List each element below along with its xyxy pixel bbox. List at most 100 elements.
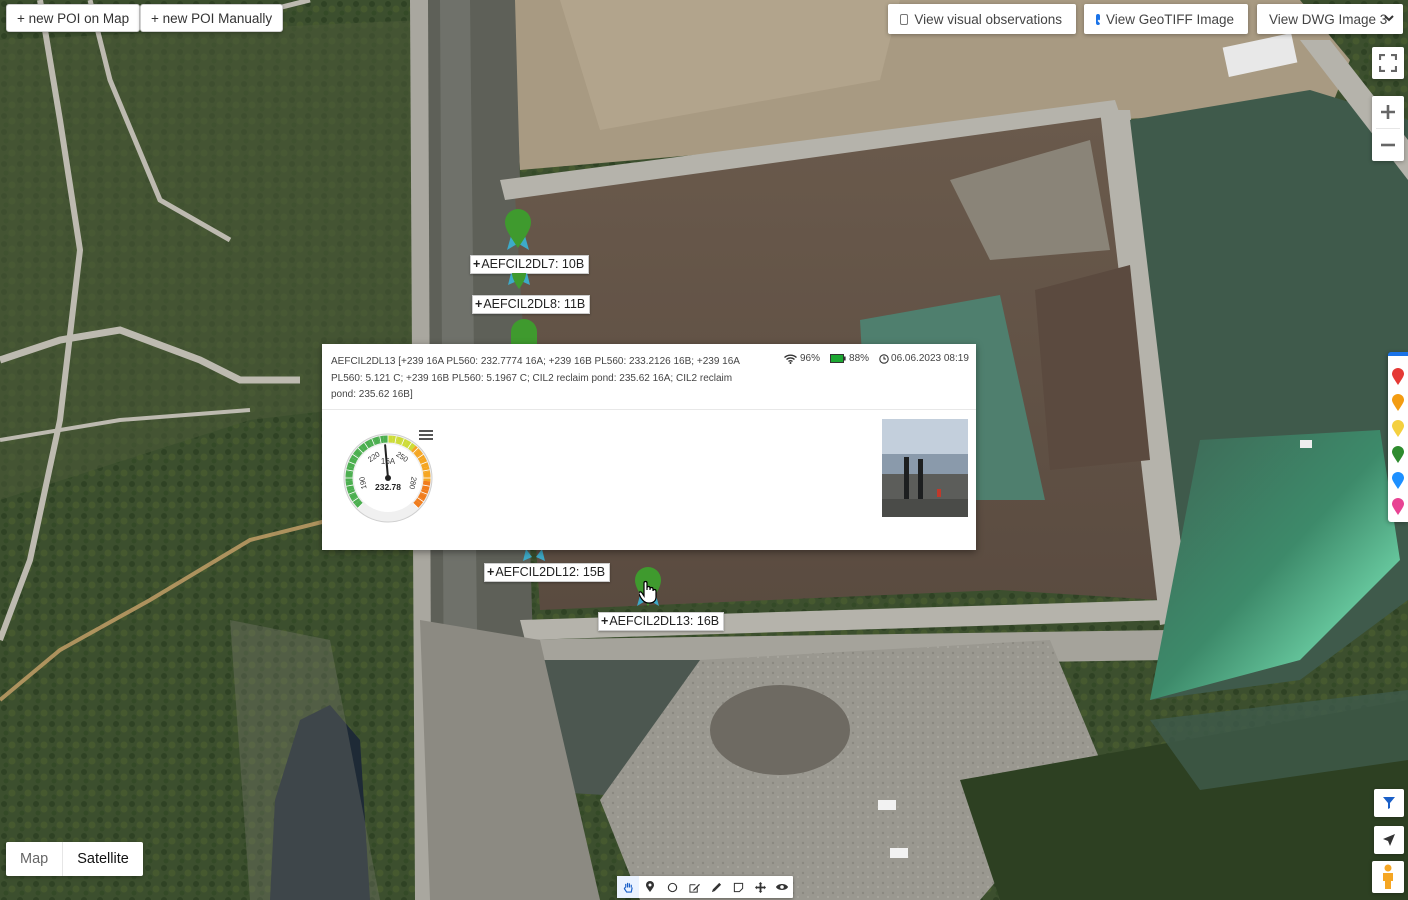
gauge-band-segment bbox=[422, 480, 431, 487]
poi-name: AEFCIL2DL8 bbox=[483, 297, 557, 311]
new-poi-manually-button[interactable]: + new POI Manually bbox=[140, 4, 284, 32]
geotiff-checkbox[interactable] bbox=[1096, 13, 1100, 25]
marker-tool[interactable] bbox=[639, 876, 661, 898]
poi-value-separator: : bbox=[554, 257, 562, 271]
move-tool[interactable] bbox=[749, 876, 771, 898]
reading-gauge: 190220 25028016A232.78 bbox=[343, 433, 433, 523]
last-update-timestamp: 06.06.2023 08:19 bbox=[891, 353, 969, 364]
map-type-toggle: Map Satellite bbox=[6, 842, 143, 876]
pencil-icon bbox=[711, 882, 721, 892]
minus-icon bbox=[1381, 143, 1395, 147]
view-visual-observations-toggle[interactable]: View visual observations bbox=[888, 4, 1076, 34]
poi-label-aefcil2dl13[interactable]: +AEFCIL2DL13: 16B bbox=[598, 612, 725, 631]
street-view-pegman-icon bbox=[1383, 864, 1393, 889]
view-geotiff-label: View GeoTIFF Image bbox=[1105, 11, 1234, 27]
gauge-band-segment bbox=[407, 442, 416, 452]
view-geotiff-toggle[interactable]: View GeoTIFF Image bbox=[1084, 4, 1248, 34]
square-icon bbox=[733, 882, 743, 892]
gauge-band-segment bbox=[348, 457, 358, 465]
visual-observations-checkbox[interactable] bbox=[900, 13, 909, 25]
pink-pin-icon[interactable] bbox=[1392, 498, 1404, 516]
map-type-map-button[interactable]: Map bbox=[6, 842, 64, 876]
square-tool[interactable] bbox=[727, 876, 749, 898]
orange-pin-icon[interactable] bbox=[1392, 394, 1404, 412]
yellow-pin-icon[interactable] bbox=[1392, 420, 1404, 438]
signal-strength: 96% bbox=[800, 353, 821, 364]
marker-color-palette bbox=[1388, 352, 1408, 522]
popup-status-bar: 96% 88% 06.06.2023 08:19 bbox=[784, 353, 971, 364]
zoom-control bbox=[1372, 96, 1404, 161]
gauge-band-segment bbox=[396, 436, 403, 445]
poi-site-photo[interactable] bbox=[882, 419, 968, 517]
filter-icon bbox=[1383, 797, 1395, 809]
circle-tool[interactable] bbox=[661, 876, 683, 898]
poi-value-separator: : bbox=[575, 565, 583, 579]
eye-icon bbox=[776, 884, 788, 890]
gauge-band-segment bbox=[360, 442, 369, 452]
poi-value-separator: : bbox=[556, 297, 564, 311]
gauge-band-segment bbox=[404, 440, 412, 449]
move-icon bbox=[754, 881, 766, 893]
poi-info-popup: AEFCIL2DL13 [+239 16A PL560: 232.7774 16… bbox=[322, 344, 976, 550]
gauge-band-segment bbox=[418, 457, 428, 465]
gauge-band-segment bbox=[349, 492, 358, 501]
poi-name: AEFCIL2DL12 bbox=[495, 565, 576, 579]
hand-cursor-icon bbox=[639, 580, 657, 604]
poi-value: 15B bbox=[582, 565, 606, 579]
polygon-edit-tool[interactable] bbox=[683, 876, 705, 898]
battery-icon bbox=[830, 354, 846, 363]
plus-icon bbox=[1381, 105, 1395, 119]
blue-pin-icon[interactable] bbox=[1392, 472, 1404, 490]
new-poi-on-map-button[interactable]: + new POI on Map bbox=[6, 4, 141, 32]
dwg-image-select[interactable]: View DWG Image 3 bbox=[1257, 4, 1403, 34]
gauge-band-segment bbox=[392, 435, 398, 444]
eye-tool[interactable] bbox=[771, 876, 793, 898]
gauge-band-segment bbox=[418, 492, 427, 501]
red-pin-icon[interactable] bbox=[1392, 368, 1404, 386]
poi-value: 11B bbox=[563, 297, 586, 311]
poi-label-aefcil2dl8[interactable]: +AEFCIL2DL8: 11B bbox=[472, 295, 591, 314]
hand-icon bbox=[623, 882, 633, 893]
zoom-in-button[interactable] bbox=[1372, 96, 1404, 128]
gauge-band-segment bbox=[347, 461, 356, 469]
view-visual-observations-label: View visual observations bbox=[914, 11, 1062, 27]
poi-expand-icon[interactable]: + bbox=[487, 565, 494, 579]
poi-label-aefcil2dl12[interactable]: +AEFCIL2DL12: 15B bbox=[484, 563, 611, 582]
gauge-band-segment bbox=[373, 436, 380, 445]
hamburger-menu-icon[interactable] bbox=[419, 429, 433, 441]
locate-button[interactable] bbox=[1374, 826, 1404, 854]
gauge-unit-label: 16A bbox=[381, 457, 396, 466]
gauge-band-segment bbox=[421, 484, 430, 492]
chevron-down-icon bbox=[1384, 15, 1394, 22]
gauge-band-segment bbox=[414, 449, 423, 458]
gauge-band-segment bbox=[364, 440, 372, 449]
map-type-satellite-button[interactable]: Satellite bbox=[63, 842, 143, 876]
marker-icon bbox=[646, 881, 654, 892]
poi-marker-aefcil2dl8[interactable] bbox=[506, 269, 532, 291]
fullscreen-button[interactable] bbox=[1372, 47, 1404, 79]
wifi-icon bbox=[784, 354, 797, 364]
polygon-edit-icon bbox=[688, 883, 700, 893]
poi-marker-aefcil2dl7[interactable] bbox=[504, 208, 532, 252]
gauge-hub bbox=[385, 475, 391, 481]
poi-expand-icon[interactable]: + bbox=[473, 257, 480, 271]
street-view-pegman-button[interactable] bbox=[1372, 861, 1404, 893]
green-pin-icon[interactable] bbox=[1392, 446, 1404, 464]
gauge-band-segment bbox=[346, 466, 354, 473]
filter-button[interactable] bbox=[1374, 789, 1404, 817]
poi-name: AEFCIL2DL13 bbox=[609, 614, 690, 628]
pencil-tool[interactable] bbox=[705, 876, 727, 898]
gauge-band-segment bbox=[413, 499, 422, 509]
gauge-band-segment bbox=[354, 499, 363, 509]
hand-tool[interactable] bbox=[617, 876, 639, 898]
poi-marker-hidden-top[interactable] bbox=[510, 318, 538, 346]
popup-title: AEFCIL2DL13 [+239 16A PL560: 232.7774 16… bbox=[331, 356, 740, 400]
poi-marker-aefcil2dl12[interactable] bbox=[520, 549, 548, 563]
gauge-band-segment bbox=[345, 480, 354, 487]
zoom-out-button[interactable] bbox=[1372, 129, 1404, 161]
poi-expand-icon[interactable]: + bbox=[475, 297, 482, 311]
poi-expand-icon[interactable]: + bbox=[601, 614, 608, 628]
clock-icon bbox=[879, 353, 889, 364]
drawing-toolbar bbox=[617, 876, 793, 898]
navigation-arrow-icon bbox=[1383, 834, 1395, 846]
